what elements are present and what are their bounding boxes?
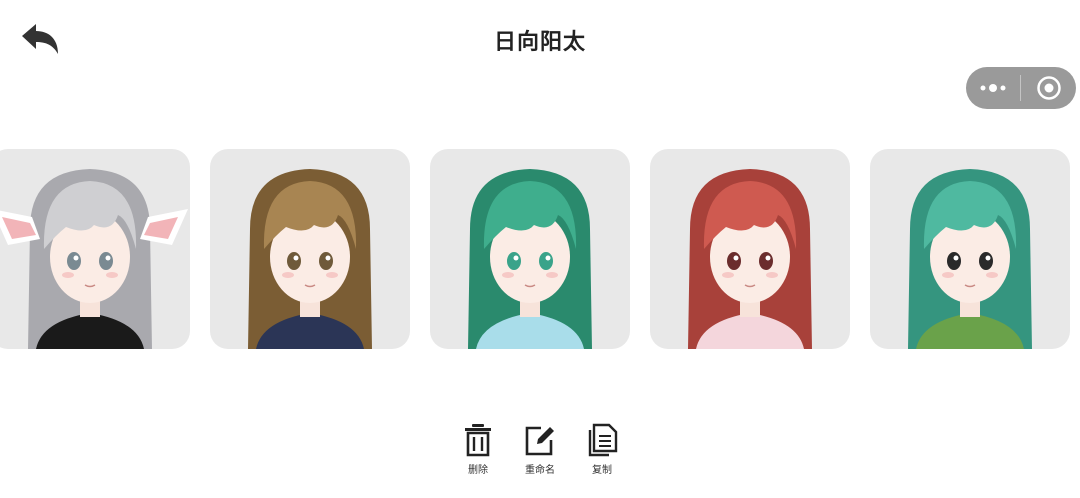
rename-button[interactable]: 重命名 xyxy=(520,422,560,476)
avatar-portrait xyxy=(0,169,188,349)
avatar-carousel[interactable] xyxy=(0,149,1080,349)
avatar-card[interactable] xyxy=(870,149,1070,349)
delete-label: 删除 xyxy=(468,465,488,476)
avatar-portrait xyxy=(688,169,812,349)
copy-button[interactable]: 复制 xyxy=(582,422,622,476)
avatar-card[interactable] xyxy=(0,149,190,349)
capsule-menu xyxy=(966,67,1076,109)
rename-label: 重命名 xyxy=(525,465,555,476)
delete-button[interactable]: 删除 xyxy=(458,422,498,476)
avatar-card[interactable] xyxy=(430,149,630,349)
trash-icon xyxy=(465,424,491,457)
copy-icon xyxy=(588,423,618,457)
copy-label: 复制 xyxy=(592,465,612,476)
edit-icon xyxy=(525,426,554,456)
avatar-portrait xyxy=(248,169,372,349)
avatar-card[interactable] xyxy=(650,149,850,349)
close-button[interactable] xyxy=(1021,67,1076,109)
avatar-card[interactable] xyxy=(210,149,410,349)
avatar-portrait xyxy=(468,169,592,349)
target-circle-icon xyxy=(1036,76,1061,100)
more-dots-icon xyxy=(980,84,1006,92)
action-toolbar: 删除 重命名 复制 xyxy=(458,422,622,476)
more-button[interactable] xyxy=(966,67,1020,109)
avatar-portrait xyxy=(908,169,1032,349)
page-title: 日向阳太 xyxy=(493,30,586,55)
